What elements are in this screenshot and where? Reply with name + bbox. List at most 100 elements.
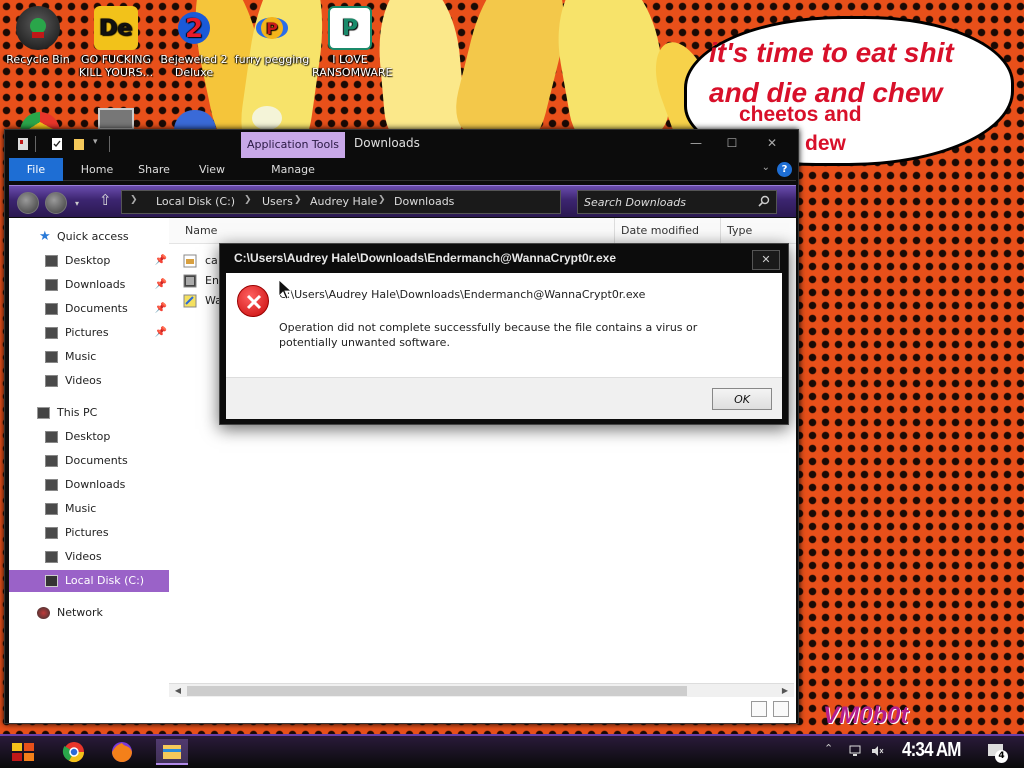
scroll-right-icon[interactable]: ▶ (778, 684, 792, 698)
nav-quick-videos[interactable]: Videos (9, 370, 169, 392)
tab-share[interactable]: Share (127, 158, 181, 181)
desktop-icon-recycle-bin[interactable]: Recycle Bin (0, 6, 76, 66)
search-input[interactable] (584, 194, 754, 210)
start-button[interactable] (8, 739, 38, 765)
recent-locations-icon[interactable]: ▾ (75, 199, 79, 208)
dialog-file-path: C:\Users\Audrey Hale\Downloads\Endermanc… (279, 288, 646, 301)
large-icons-view-icon[interactable] (773, 701, 789, 717)
search-icon[interactable] (758, 195, 770, 207)
taskbar-file-explorer[interactable] (156, 739, 188, 765)
pin-icon: 📌 (154, 327, 167, 338)
maximize-button[interactable]: ☐ (717, 133, 747, 153)
bejeweled-icon: 2 (172, 6, 216, 50)
downloads-folder-icon (45, 479, 58, 491)
volume-muted-icon[interactable] (870, 744, 884, 758)
nav-label: Desktop (65, 430, 111, 443)
chevron-up-icon[interactable]: ⌃ (824, 742, 838, 756)
action-center-button[interactable]: 4 (986, 741, 1008, 763)
new-folder-icon[interactable] (73, 137, 85, 151)
nav-this-pc[interactable]: This PC (9, 402, 169, 424)
file-row[interactable]: ca (183, 251, 223, 271)
svg-text:2: 2 (185, 14, 203, 44)
nav-pc-music[interactable]: Music (9, 498, 169, 520)
desktop-icon-ransomware[interactable]: P I LOVE RANSOMWARE (312, 6, 392, 79)
tab-file[interactable]: File (9, 158, 63, 181)
file-name: En (205, 274, 219, 287)
ok-button[interactable]: OK (712, 388, 772, 410)
ribbon-tabs: File Home Share View Manage ⌄ ? (9, 158, 796, 181)
desktop-folder-icon (45, 431, 58, 443)
file-row[interactable]: En (183, 271, 223, 291)
up-arrow-icon[interactable]: ⇧ (99, 191, 112, 209)
expand-ribbon-icon[interactable]: ⌄ (762, 162, 770, 173)
breadcrumb[interactable]: ❯ Local Disk (C:) ❯ Users ❯ Audrey Hale … (121, 190, 561, 214)
properties-icon[interactable] (51, 137, 63, 151)
taskbar-firefox[interactable] (106, 739, 138, 765)
tab-manage[interactable]: Manage (241, 158, 345, 181)
desktop-icon-furry[interactable]: P furry pegging (234, 6, 310, 66)
tab-view[interactable]: View (185, 158, 239, 181)
breadcrumb-item[interactable]: Audrey Hale (310, 195, 377, 208)
recycle-bin-icon (16, 6, 60, 50)
desktop-icon-bejeweled[interactable]: 2 Bejeweled 2 Deluxe (156, 6, 232, 79)
dialog-footer: OK (226, 377, 782, 419)
column-header-name[interactable]: Name (179, 218, 615, 244)
forward-button[interactable] (45, 192, 67, 214)
column-header-row: Name Date modified Type (169, 218, 796, 244)
nav-pc-pictures[interactable]: Pictures (9, 522, 169, 544)
nav-pc-local-disk[interactable]: Local Disk (C:) (9, 570, 169, 592)
breadcrumb-item[interactable]: Downloads (394, 195, 454, 208)
pictures-folder-icon (45, 327, 58, 339)
column-header-type[interactable]: Type (721, 218, 796, 244)
flower-icon (252, 106, 282, 130)
nav-pc-desktop[interactable]: Desktop (9, 426, 169, 448)
nav-quick-desktop[interactable]: Desktop 📌 (9, 250, 169, 272)
nav-quick-music[interactable]: Music (9, 346, 169, 368)
file-icon (183, 294, 197, 308)
nav-quick-downloads[interactable]: Downloads 📌 (9, 274, 169, 296)
tab-home[interactable]: Home (69, 158, 125, 181)
file-row[interactable]: Wa (183, 291, 223, 311)
nav-pc-documents[interactable]: Documents (9, 450, 169, 472)
breadcrumb-item[interactable]: Local Disk (C:) (156, 195, 235, 208)
nav-quick-documents[interactable]: Documents 📌 (9, 298, 169, 320)
dialog-close-button[interactable]: ✕ (752, 250, 780, 270)
pin-icon: 📌 (154, 303, 167, 314)
details-view-icon[interactable] (751, 701, 767, 717)
nav-quick-pictures[interactable]: Pictures 📌 (9, 322, 169, 344)
nav-label: Videos (65, 550, 102, 563)
scrollbar-thumb[interactable] (187, 686, 687, 696)
status-bar (9, 697, 796, 723)
clock[interactable]: 4:34 AM (902, 739, 961, 762)
desktop-icon-go-kill[interactable]: De GO FUCKING KILL YOURS... (78, 6, 154, 79)
breadcrumb-separator-icon: ❯ (244, 195, 252, 205)
chevron-down-icon[interactable]: ▾ (93, 137, 105, 151)
star-icon: ★ (39, 229, 51, 244)
music-folder-icon (45, 503, 58, 515)
nav-label: Desktop (65, 254, 111, 267)
pin-icon: 📌 (154, 279, 167, 290)
close-button[interactable]: ✕ (757, 133, 787, 153)
watermark: VM0b0t (823, 702, 909, 729)
nav-quick-access[interactable]: ★ Quick access (9, 226, 169, 248)
taskbar-chrome[interactable] (58, 739, 90, 765)
minimize-button[interactable]: — (681, 133, 711, 153)
file-icon (183, 254, 197, 268)
nav-pc-videos[interactable]: Videos (9, 546, 169, 568)
column-header-date[interactable]: Date modified (615, 218, 721, 244)
scroll-left-icon[interactable]: ◀ (171, 684, 185, 698)
help-icon[interactable]: ? (777, 162, 792, 177)
breadcrumb-item[interactable]: Users (262, 195, 293, 208)
chrome-icon (62, 742, 85, 763)
title-bar[interactable]: ▾ Application Tools Downloads — ☐ ✕ (5, 130, 798, 160)
back-button[interactable] (17, 192, 39, 214)
dialog-body: C:\Users\Audrey Hale\Downloads\Endermanc… (226, 273, 782, 377)
dailymotion-logo-icon: De (94, 6, 138, 50)
horizontal-scrollbar[interactable]: ◀ ▶ (169, 683, 794, 697)
nav-network[interactable]: Network (9, 602, 169, 624)
nav-label: Music (65, 502, 97, 515)
nav-label: Quick access (57, 230, 129, 243)
documents-folder-icon (45, 455, 58, 467)
network-icon[interactable] (848, 744, 862, 758)
nav-pc-downloads[interactable]: Downloads (9, 474, 169, 496)
